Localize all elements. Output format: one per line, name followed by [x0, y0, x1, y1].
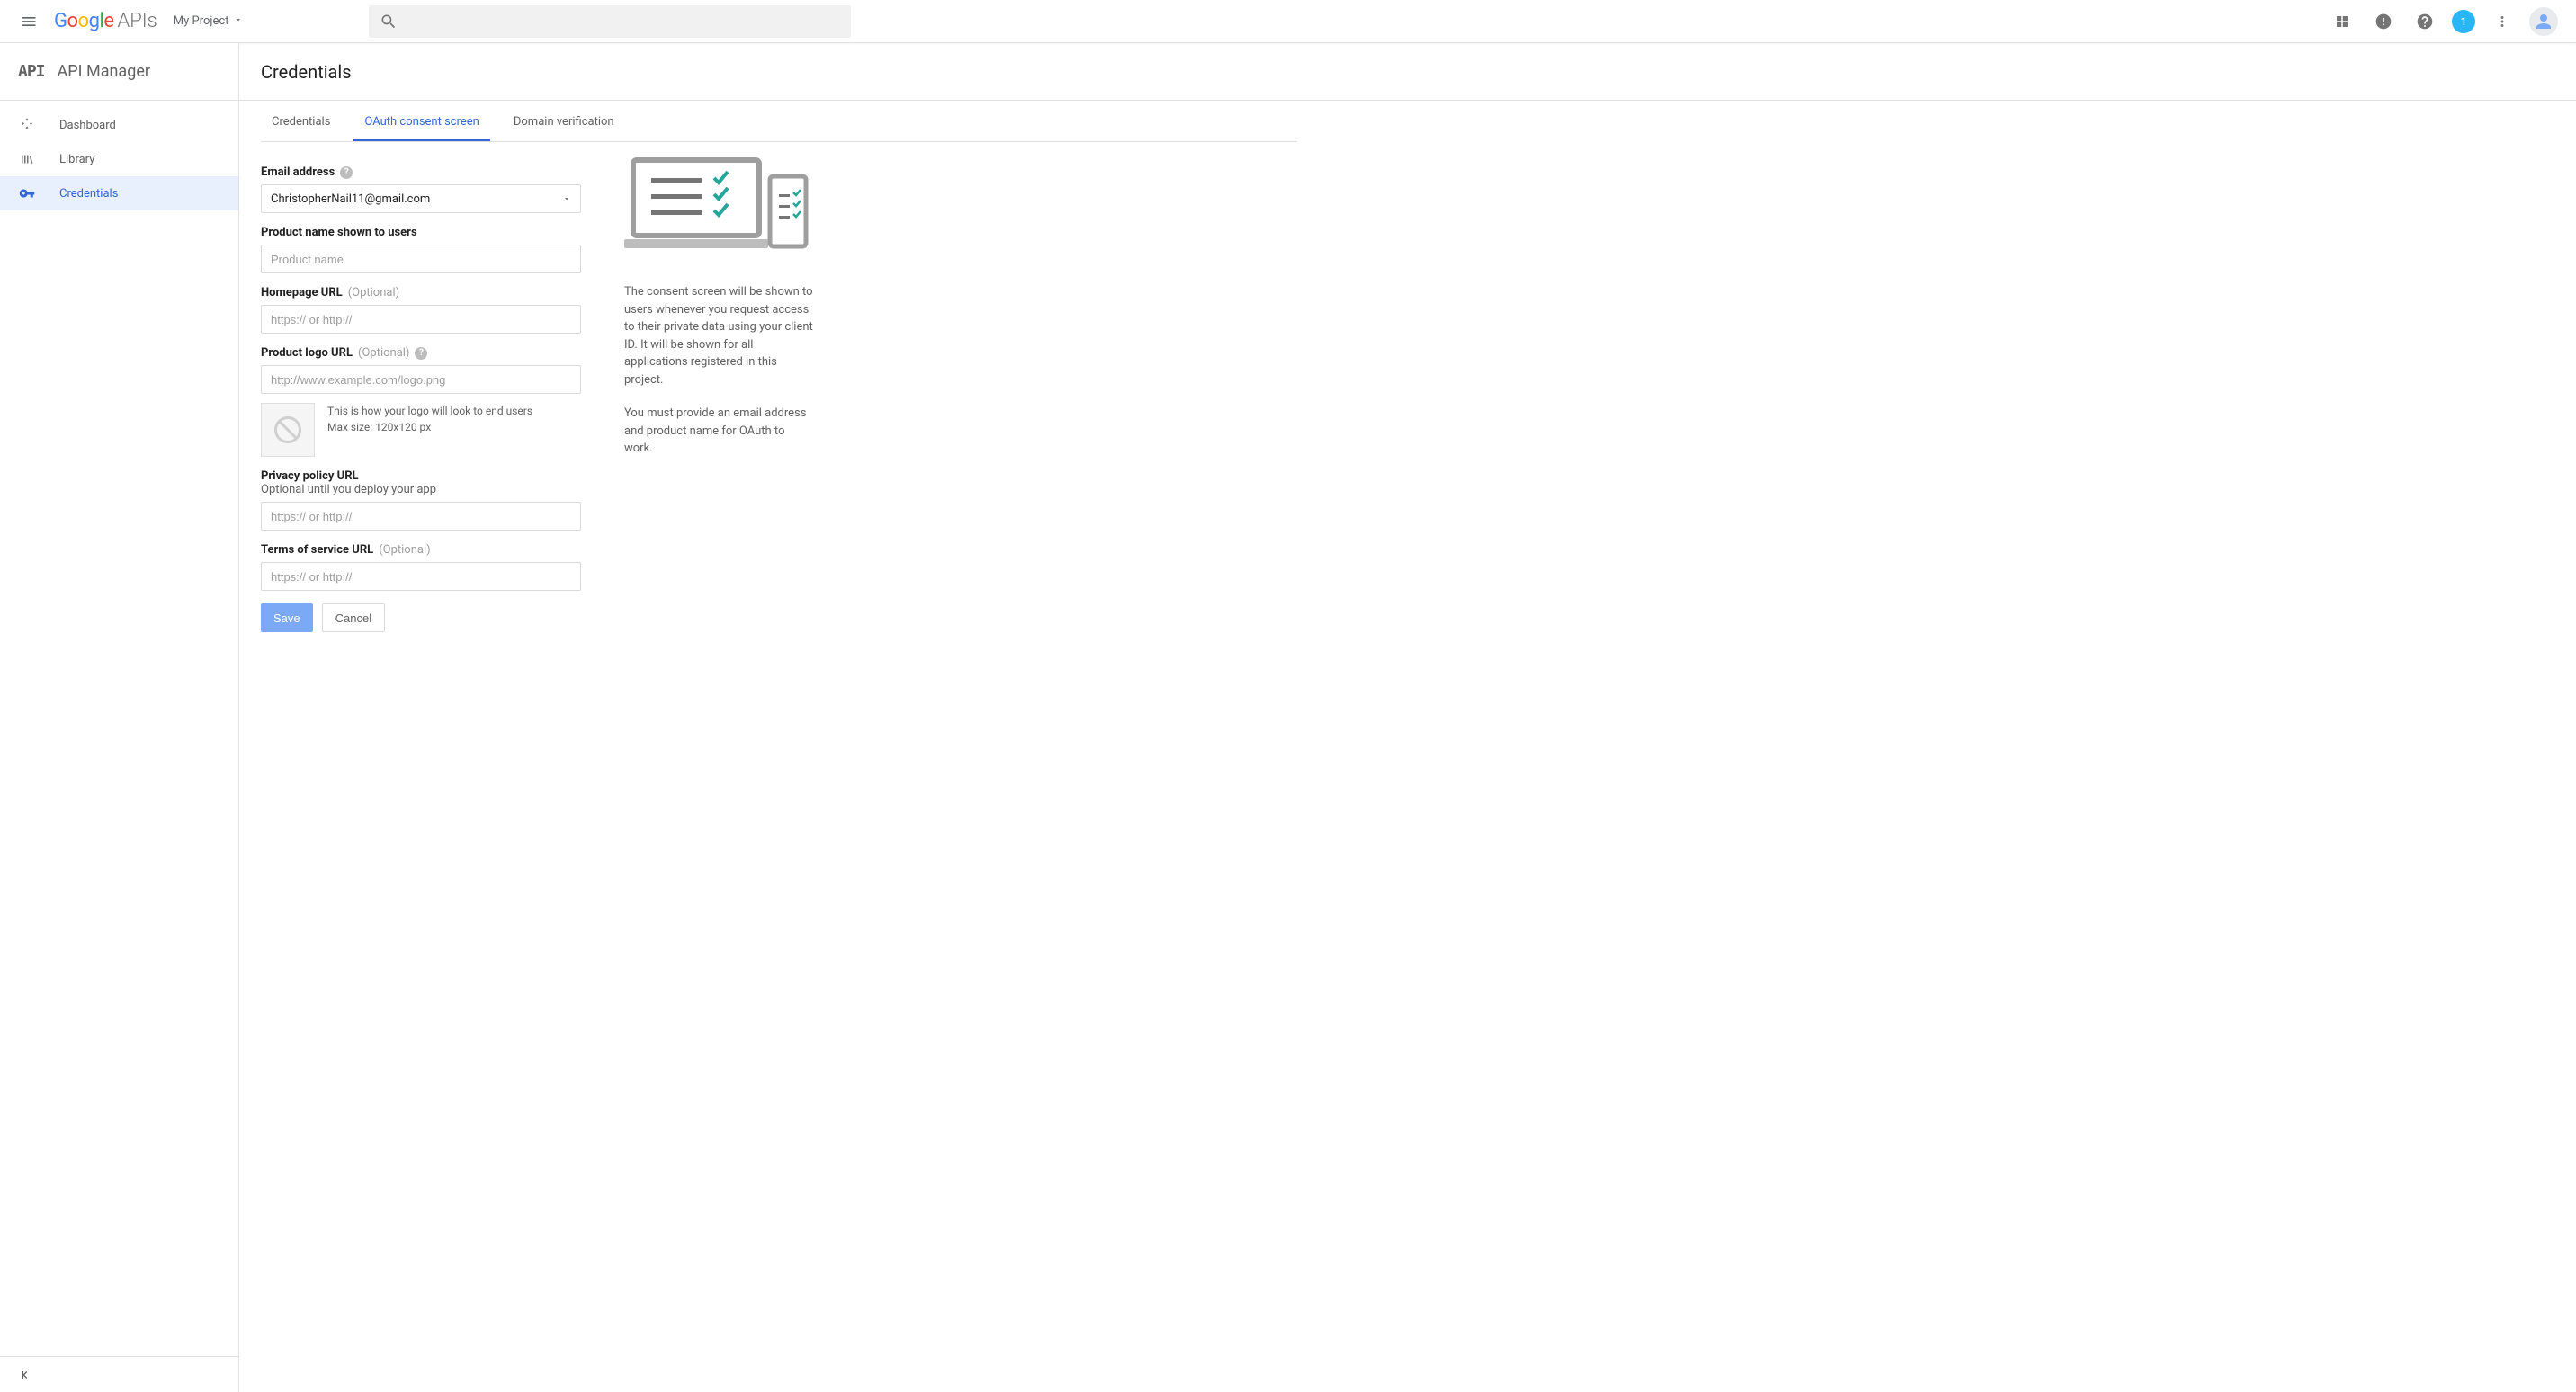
sidebar-item-label: Credentials: [59, 187, 118, 201]
main: Credentials Credentials OAuth consent sc…: [239, 43, 2576, 1392]
email-value: ChristopherNail11@gmail.com: [271, 192, 430, 206]
privacy-url-field-group: Privacy policy URL Optional until you de…: [261, 469, 581, 531]
key-icon: [18, 185, 36, 201]
search-icon: [380, 13, 398, 31]
dashboard-icon: [18, 117, 36, 133]
search-container: [369, 5, 851, 38]
cancel-button[interactable]: Cancel: [322, 603, 385, 632]
sidebar-collapse-button[interactable]: [0, 1356, 238, 1392]
optional-hint: (Optional): [358, 346, 409, 360]
save-button[interactable]: Save: [261, 603, 313, 632]
menu-icon: [20, 13, 38, 31]
homepage-url-input[interactable]: [261, 305, 581, 334]
tab-domain-verification[interactable]: Domain verification: [503, 101, 625, 141]
tab-credentials[interactable]: Credentials: [261, 101, 341, 141]
sidebar: API API Manager Dashboard Library Cred: [0, 43, 239, 1392]
chevron-left-icon: [18, 1368, 32, 1382]
api-icon: API: [18, 62, 45, 81]
project-selector[interactable]: My Project: [174, 14, 244, 28]
main-header: Credentials: [239, 43, 2576, 101]
homepage-url-label: Homepage URL: [261, 286, 343, 299]
more-vert-icon[interactable]: [2488, 7, 2517, 36]
optional-hint: (Optional): [348, 286, 399, 299]
tabs: Credentials OAuth consent screen Domain …: [261, 101, 1297, 142]
hamburger-menu-button[interactable]: [7, 0, 50, 43]
help-icon[interactable]: ?: [340, 166, 353, 179]
form-row: Email address ? ChristopherNail11@gmail.…: [261, 153, 1297, 632]
google-apis-logo[interactable]: Google APIs: [54, 10, 157, 32]
logo-placeholder: [261, 403, 315, 457]
email-select[interactable]: ChristopherNail11@gmail.com: [261, 184, 581, 213]
tos-url-field-group: Terms of service URL (Optional): [261, 543, 581, 591]
consent-illustration: [624, 156, 813, 251]
search-box[interactable]: [369, 5, 851, 38]
content: Credentials OAuth consent screen Domain …: [239, 101, 1319, 668]
logo-preview-row: This is how your logo will look to end u…: [261, 403, 581, 457]
logo-url-label: Product logo URL: [261, 346, 353, 360]
sidebar-item-credentials[interactable]: Credentials: [0, 176, 238, 210]
email-field-group: Email address ? ChristopherNail11@gmail.…: [261, 165, 581, 213]
tos-url-label: Terms of service URL: [261, 543, 373, 557]
homepage-url-field-group: Homepage URL (Optional): [261, 286, 581, 334]
product-name-label: Product name shown to users: [261, 226, 417, 239]
sidebar-item-label: Library: [59, 153, 94, 166]
apis-word: APIs: [117, 10, 157, 32]
google-word: Google: [54, 10, 113, 32]
project-name: My Project: [174, 14, 229, 28]
caret-down-icon: [562, 194, 571, 203]
page-title: Credentials: [261, 61, 352, 83]
logo-hint-line2: Max size: 120x120 px: [327, 419, 532, 435]
product-name-input[interactable]: [261, 245, 581, 273]
optional-hint: (Optional): [379, 543, 430, 557]
logo-url-field-group: Product logo URL (Optional) ? This is ho…: [261, 346, 581, 457]
topbar-actions: 1: [2328, 7, 2569, 36]
sidebar-title: API Manager: [58, 62, 150, 81]
side-paragraph-2: You must provide an email address and pr…: [624, 405, 813, 458]
privacy-subtext: Optional until you deploy your app: [261, 483, 581, 496]
tos-url-input[interactable]: [261, 562, 581, 591]
sidebar-item-label: Dashboard: [59, 119, 116, 132]
library-icon: [18, 151, 36, 167]
layout: API API Manager Dashboard Library Cred: [0, 43, 2576, 1392]
help-icon[interactable]: ?: [415, 347, 427, 360]
sidebar-item-dashboard[interactable]: Dashboard: [0, 108, 238, 142]
tab-oauth-consent[interactable]: OAuth consent screen: [353, 101, 489, 141]
gift-icon[interactable]: [2328, 7, 2357, 36]
topbar: Google APIs My Project 1: [0, 0, 2576, 43]
logo-url-input[interactable]: [261, 365, 581, 394]
privacy-url-input[interactable]: [261, 502, 581, 531]
button-row: Save Cancel: [261, 603, 581, 632]
side-info-column: The consent screen will be shown to user…: [624, 153, 813, 632]
account-avatar[interactable]: [2529, 7, 2558, 36]
privacy-url-label: Privacy policy URL: [261, 469, 359, 483]
notification-count: 1: [2461, 15, 2467, 28]
help-icon[interactable]: [2411, 7, 2439, 36]
logo-hint: This is how your logo will look to end u…: [327, 403, 532, 435]
form-column: Email address ? ChristopherNail11@gmail.…: [261, 153, 581, 632]
sidebar-nav: Dashboard Library Credentials: [0, 101, 238, 1356]
sidebar-header: API API Manager: [0, 43, 238, 101]
logo-hint-line1: This is how your logo will look to end u…: [327, 403, 532, 419]
side-paragraph-1: The consent screen will be shown to user…: [624, 283, 813, 388]
search-input[interactable]: [408, 14, 840, 29]
notification-badge[interactable]: 1: [2452, 10, 2475, 33]
no-logo-icon: [272, 414, 304, 446]
alert-icon[interactable]: [2369, 7, 2398, 36]
caret-down-icon: [234, 14, 243, 28]
product-name-field-group: Product name shown to users: [261, 226, 581, 273]
sidebar-item-library[interactable]: Library: [0, 142, 238, 176]
email-label: Email address: [261, 165, 335, 179]
